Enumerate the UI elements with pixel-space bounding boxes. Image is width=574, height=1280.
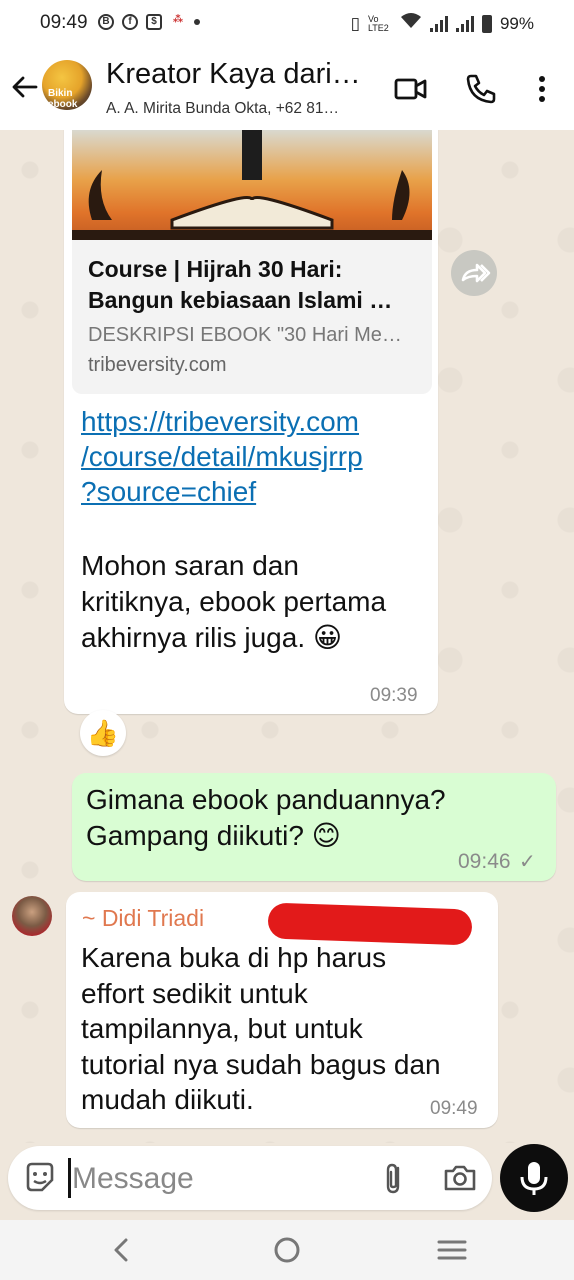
battery-icon (481, 14, 492, 33)
message-text: Mohon saran dan kritiknya, ebook pertama… (81, 550, 387, 653)
message-time: 09:39 (370, 685, 418, 706)
link-preview-description: DESKRIPSI EBOOK "30 Hari Me… (88, 324, 402, 346)
more-options-icon[interactable] (525, 72, 559, 106)
message-composer (8, 1146, 492, 1210)
nav-home-icon[interactable] (269, 1234, 305, 1266)
outgoing-message-text: Gimana ebook panduannya? Gampang diikuti… (86, 784, 446, 851)
voice-message-button[interactable] (500, 1144, 568, 1212)
link-preview-title: Course | Hijrah 30 Hari: Bangun kebiasaa… (88, 256, 393, 313)
signal-icon (429, 15, 448, 32)
group-avatar[interactable]: Bikin ebook (42, 60, 92, 110)
microphone-icon (520, 1162, 548, 1195)
sticker-icon[interactable] (22, 1160, 58, 1196)
link-preview-domain: tribeversity.com (88, 354, 227, 376)
reply-message-time: 09:49 (430, 1098, 478, 1119)
reaction-thumbs-up[interactable]: 👍 (80, 710, 126, 756)
chat-area[interactable]: Course | Hijrah 30 Hari: Bangun kebiasaa… (0, 130, 574, 1143)
vibrate-icon: ▯ (350, 13, 360, 33)
nav-back-icon[interactable] (104, 1234, 140, 1266)
sender-name[interactable]: ~ Didi Triadi (82, 905, 204, 932)
slack-icon: ⁂ (172, 14, 184, 25)
link-preview-card[interactable]: Course | Hijrah 30 Hari: Bangun kebiasaa… (72, 130, 432, 394)
wifi-icon (400, 12, 422, 35)
sender-avatar[interactable] (12, 896, 52, 936)
avatar-text: Bikin ebook (48, 88, 78, 110)
signal-2-icon (455, 15, 474, 32)
sent-check-icon: ✓ (519, 851, 536, 873)
course-link[interactable]: https://tribeversity.com /course/detail/… (81, 404, 426, 509)
status-bar: 09:49 B f $ ⁂ ▯ Vo LTE2 99% (0, 0, 574, 48)
b-app-icon: B (98, 14, 114, 30)
nav-recents-icon[interactable] (434, 1234, 470, 1266)
camera-icon[interactable] (442, 1160, 478, 1196)
status-time: 09:49 (40, 12, 88, 33)
forward-button[interactable] (451, 250, 497, 296)
forward-icon (461, 263, 491, 283)
reply-message-text: Karena buka di hp harus effort sedikit u… (81, 942, 441, 1115)
system-nav-bar (0, 1220, 574, 1280)
voice-call-icon[interactable] (464, 72, 498, 106)
outgoing-message-time: 09:46 (458, 850, 511, 873)
link-preview-image (72, 130, 432, 240)
shopping-bag-icon: $ (146, 14, 162, 30)
chat-subtitle[interactable]: A. A. Mirita Bunda Okta, +62 81… (106, 100, 339, 118)
message-input[interactable] (70, 1158, 364, 1200)
network-label: Vo LTE2 (367, 13, 389, 33)
chat-header: Bikin ebook Kreator Kaya dari… A. A. Mir… (0, 48, 574, 130)
facebook-icon: f (122, 14, 138, 30)
back-arrow-icon[interactable] (10, 72, 40, 102)
video-call-icon[interactable] (394, 72, 428, 106)
chat-title[interactable]: Kreator Kaya dari… (106, 58, 361, 91)
attach-icon[interactable] (376, 1160, 412, 1196)
more-notifications-icon (194, 19, 200, 25)
battery-percent: 99% (499, 13, 534, 33)
